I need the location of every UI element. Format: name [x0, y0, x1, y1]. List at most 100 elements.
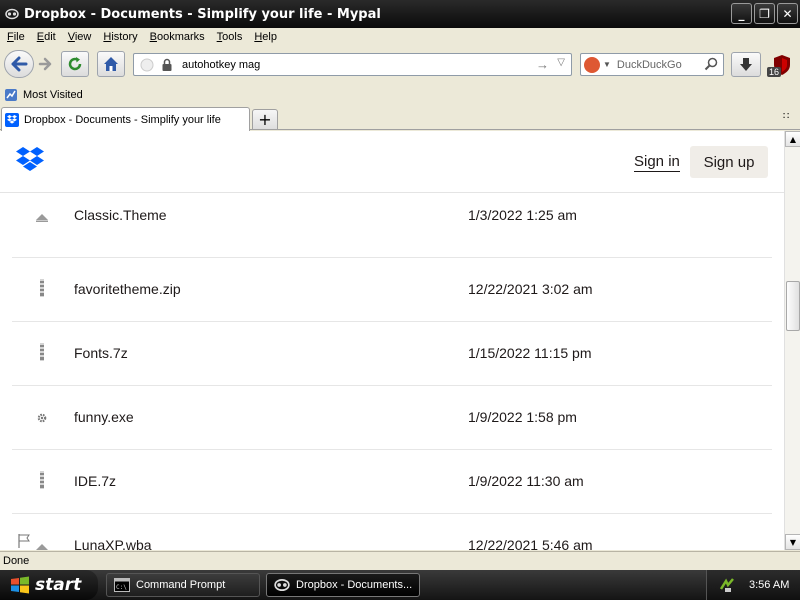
menu-help[interactable]: Help	[254, 31, 277, 43]
home-button[interactable]	[97, 51, 125, 77]
close-button[interactable]: ✕	[777, 3, 798, 24]
clock[interactable]: 3:56 AM	[749, 579, 789, 591]
file-modified-date: 12/22/2021 3:02 am	[468, 281, 593, 297]
start-button[interactable]: start	[0, 570, 98, 600]
search-placeholder: DuckDuckGo	[616, 58, 682, 71]
downloads-button[interactable]	[731, 52, 761, 77]
archive-icon	[32, 342, 52, 362]
network-tray-icon[interactable]	[719, 577, 735, 593]
duckduckgo-icon[interactable]	[584, 56, 600, 73]
file-name[interactable]: favoritetheme.zip	[74, 281, 181, 297]
menu-bar: File Edit View History Bookmarks Tools H…	[0, 28, 800, 46]
svg-text:C:\: C:\	[116, 584, 127, 591]
search-bar[interactable]: ▼ DuckDuckGo	[580, 53, 724, 76]
file-row[interactable]: LunaXP.wba 12/22/2021 5:46 am	[12, 514, 772, 550]
archive-icon	[32, 470, 52, 490]
home-icon	[104, 57, 118, 71]
menu-history[interactable]: History	[103, 31, 137, 43]
windows-logo-icon	[11, 576, 29, 594]
theme-icon	[32, 538, 52, 550]
system-tray: 3:56 AM	[706, 570, 800, 600]
tab-strip: Dropbox - Documents - Simplify your life…	[0, 105, 800, 131]
minimize-icon: _	[738, 6, 745, 21]
gear-icon	[32, 408, 52, 428]
file-list: Classic.Theme 1/3/2022 1:25 am favoritet…	[12, 194, 772, 550]
dropbox-logo-icon[interactable]	[16, 147, 44, 173]
file-row[interactable]: Classic.Theme 1/3/2022 1:25 am	[12, 194, 772, 258]
menu-file[interactable]: File	[7, 31, 25, 43]
back-arrow-icon	[11, 56, 28, 72]
sign-up-button[interactable]: Sign up	[690, 146, 768, 178]
menu-edit[interactable]: Edit	[37, 31, 56, 43]
file-modified-date: 1/15/2022 11:15 pm	[468, 345, 592, 361]
navigation-toolbar: autohotkey mag → ▽ ▼ DuckDuckGo 16	[0, 47, 800, 83]
most-visited-bookmark[interactable]: Most Visited	[23, 89, 83, 101]
globe-icon	[140, 58, 154, 71]
window-title: Dropbox - Documents - Simplify your life…	[24, 6, 381, 22]
taskbar: start C:\ Command Prompt Dropbox - Docum…	[0, 570, 800, 600]
search-icon[interactable]	[704, 57, 718, 71]
menu-view[interactable]: View	[68, 31, 92, 43]
scroll-up-icon[interactable]: ▲	[785, 131, 800, 147]
scroll-down-icon[interactable]: ▼	[785, 534, 800, 550]
file-row[interactable]: Fonts.7z 1/15/2022 11:15 pm	[12, 322, 772, 386]
start-label: start	[35, 575, 82, 595]
file-name[interactable]: LunaXP.wba	[74, 537, 152, 550]
bookmarks-toolbar: Most Visited	[0, 85, 800, 104]
status-bar: Done	[0, 551, 800, 570]
ublock-count-badge: 16	[767, 67, 782, 77]
menu-bookmarks[interactable]: Bookmarks	[150, 31, 205, 43]
taskbar-item-browser[interactable]: Dropbox - Documents...	[266, 573, 420, 597]
mypal-app-icon	[274, 579, 290, 591]
file-modified-date: 1/9/2022 11:30 am	[468, 473, 584, 489]
forward-button[interactable]	[34, 51, 56, 77]
tab-list-icon: ∷	[783, 111, 790, 122]
tab-label: Dropbox - Documents - Simplify your life	[24, 113, 221, 126]
tab-dropbox[interactable]: Dropbox - Documents - Simplify your life	[1, 107, 250, 131]
file-name[interactable]: funny.exe	[74, 409, 134, 425]
theme-icon	[32, 208, 52, 228]
flag-icon	[18, 534, 30, 550]
page-content: Sign in Sign up Classic.Theme 1/3/2022 1…	[0, 131, 784, 550]
sign-in-link[interactable]: Sign in	[634, 153, 680, 172]
file-row[interactable]: funny.exe 1/9/2022 1:58 pm	[12, 386, 772, 450]
status-text: Done	[3, 555, 30, 567]
reload-button[interactable]	[61, 51, 89, 77]
download-icon	[740, 57, 752, 71]
url-bar[interactable]: autohotkey mag → ▽	[133, 53, 572, 76]
title-bar[interactable]: Dropbox - Documents - Simplify your life…	[0, 0, 800, 28]
forward-arrow-icon	[38, 57, 52, 71]
file-name[interactable]: IDE.7z	[74, 473, 116, 489]
search-engine-dropdown-icon[interactable]: ▼	[603, 60, 611, 69]
restore-icon: ❐	[759, 6, 770, 21]
menu-tools[interactable]: Tools	[217, 31, 243, 43]
lock-icon	[162, 58, 172, 71]
maximize-button[interactable]: ❐	[754, 3, 775, 24]
dropbox-favicon-icon	[5, 112, 19, 127]
file-name[interactable]: Fonts.7z	[74, 345, 128, 361]
file-modified-date: 1/3/2022 1:25 am	[468, 207, 577, 223]
close-icon: ✕	[782, 6, 793, 21]
file-name[interactable]: Classic.Theme	[74, 207, 167, 223]
file-modified-date: 1/9/2022 1:58 pm	[468, 409, 577, 425]
mypal-app-icon	[4, 6, 20, 22]
reload-icon	[68, 57, 82, 71]
file-modified-date: 12/22/2021 5:46 am	[468, 537, 593, 550]
vertical-scrollbar[interactable]: ▲ ▼	[784, 131, 800, 550]
browser-window: Dropbox - Documents - Simplify your life…	[0, 0, 800, 570]
ublock-button[interactable]: 16	[767, 52, 797, 77]
go-arrow-icon[interactable]: →	[536, 57, 549, 72]
file-row[interactable]: IDE.7z 1/9/2022 11:30 am	[12, 450, 772, 514]
new-tab-button[interactable]: +	[252, 109, 278, 130]
command-prompt-icon: C:\	[114, 578, 130, 592]
site-header: Sign in Sign up	[0, 131, 784, 193]
scrollbar-thumb[interactable]	[786, 281, 800, 331]
taskbar-item-label: Dropbox - Documents...	[296, 579, 413, 591]
plus-icon: +	[258, 110, 272, 129]
file-row[interactable]: favoritetheme.zip 12/22/2021 3:02 am	[12, 258, 772, 322]
minimize-button[interactable]: _	[731, 3, 752, 24]
back-button[interactable]	[4, 50, 34, 78]
url-history-dropdown-icon[interactable]: ▽	[557, 57, 565, 68]
all-tabs-button[interactable]: ∷	[783, 111, 797, 125]
taskbar-item-command-prompt[interactable]: C:\ Command Prompt	[106, 573, 260, 597]
